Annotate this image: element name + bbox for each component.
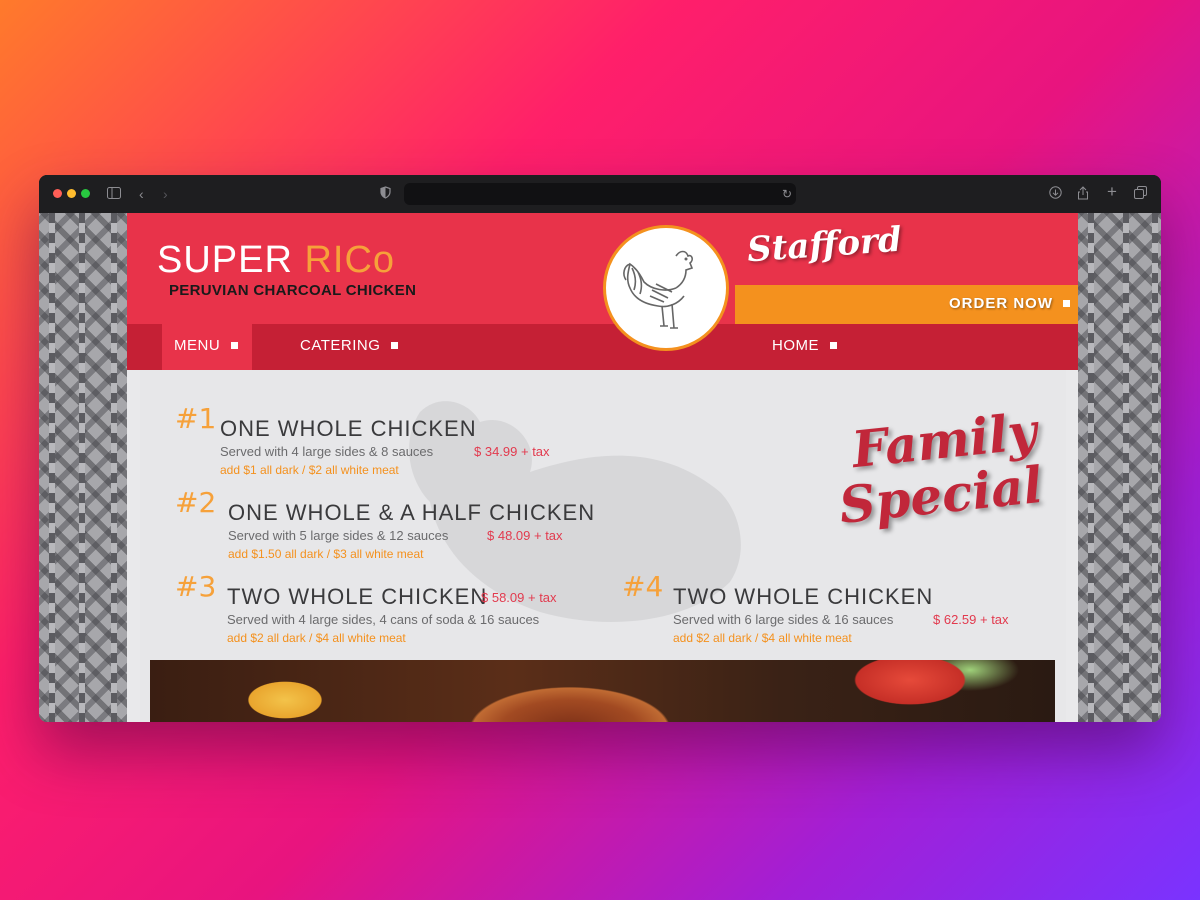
reload-icon[interactable]: ↻ — [782, 186, 792, 202]
new-tab-icon[interactable]: + — [1107, 183, 1117, 200]
item-note: add $2 all dark / $4 all white meat — [673, 631, 852, 645]
brand-tagline: PERUVIAN CHARCOAL CHICKEN — [169, 282, 417, 299]
item-description: Served with 4 large sides & 8 sauces — [220, 444, 434, 459]
item-title: ONE WHOLE CHICKEN — [220, 416, 477, 441]
nav-catering-label: CATERING — [300, 337, 381, 354]
item-title: TWO WHOLE CHICKEN — [673, 584, 934, 609]
web-page: SUPER RICo PERUVIAN CHARCOAL CHICKEN Sta… — [39, 213, 1161, 722]
zoom-dot[interactable] — [81, 189, 90, 198]
item-price: $ 48.09 + tax — [487, 528, 563, 543]
browser-toolbar: ‹ › ↻ + — [39, 175, 1161, 213]
menu-section: #1 ONE WHOLE CHICKEN Served with 4 large… — [140, 370, 1066, 722]
brand-logo[interactable]: SUPER RICo — [157, 239, 395, 282]
order-now-label: ORDER NOW — [949, 295, 1053, 312]
tabs-icon[interactable] — [1134, 186, 1147, 202]
download-icon[interactable] — [1049, 186, 1062, 202]
browser-window: ‹ › ↻ + SUPER RICo PERUVIAN CHARCOAL CHI… — [39, 175, 1161, 722]
item-description: Served with 4 large sides, 4 cans of sod… — [227, 612, 540, 627]
nav-menu[interactable]: MENU — [162, 324, 252, 370]
forward-icon[interactable]: › — [163, 186, 168, 202]
order-banner: ORDER NOW — [735, 285, 1078, 324]
family-special-heading: Family Special — [765, 401, 1045, 540]
location-name: Stafford — [745, 219, 903, 271]
main-nav: MENU CATERING HOME — [127, 324, 1078, 370]
item-description: Served with 5 large sides & 12 sauces — [228, 528, 449, 543]
item-note: add $1.50 all dark / $3 all white meat — [228, 547, 424, 561]
back-icon[interactable]: ‹ — [139, 186, 144, 202]
food-photo — [150, 660, 1055, 722]
order-now-button[interactable]: ORDER NOW — [949, 295, 1070, 312]
item-title: ONE WHOLE & A HALF CHICKEN — [228, 500, 596, 525]
restaurant-site: SUPER RICo PERUVIAN CHARCOAL CHICKEN Sta… — [127, 213, 1078, 722]
item-price: $ 58.09 + tax — [481, 590, 557, 605]
right-tribal-pattern — [1078, 213, 1161, 722]
site-header: SUPER RICo PERUVIAN CHARCOAL CHICKEN Sta… — [127, 213, 1078, 324]
item-title: TWO WHOLE CHICKEN — [227, 584, 488, 609]
item-note: add $1 all dark / $2 all white meat — [220, 463, 399, 477]
item-price: $ 34.99 + tax — [474, 444, 550, 459]
item-number: #2 — [175, 486, 217, 519]
sidebar-icon[interactable] — [107, 186, 121, 202]
nav-menu-label: MENU — [174, 337, 221, 354]
item-number: #3 — [175, 570, 217, 603]
item-description: Served with 6 large sides & 16 sauces — [673, 612, 894, 627]
rooster-icon — [623, 250, 694, 329]
nav-home[interactable]: HOME — [772, 324, 837, 370]
brand-super: SUPER — [157, 239, 293, 281]
shield-icon — [380, 186, 391, 202]
close-dot[interactable] — [53, 189, 62, 198]
minimize-dot[interactable] — [67, 189, 76, 198]
item-note: add $2 all dark / $4 all white meat — [227, 631, 406, 645]
address-bar[interactable]: ↻ — [404, 183, 796, 205]
nav-home-label: HOME — [772, 337, 819, 354]
item-price: $ 62.59 + tax — [933, 612, 1009, 627]
item-number: #1 — [175, 402, 217, 435]
rooster-badge[interactable] — [603, 225, 729, 351]
item-number: #4 — [622, 570, 664, 603]
left-tribal-pattern — [39, 213, 127, 722]
share-icon[interactable] — [1077, 186, 1089, 203]
nav-catering[interactable]: CATERING — [300, 324, 399, 370]
brand-rico: RICo — [304, 239, 396, 281]
